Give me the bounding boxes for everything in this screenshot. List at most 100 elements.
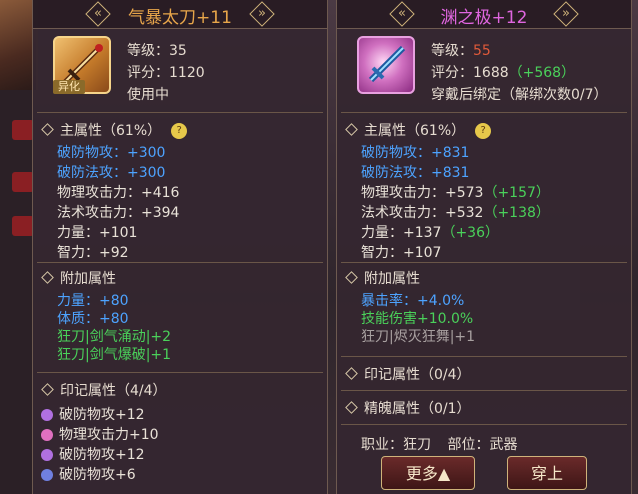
slot-value: 武器 — [489, 437, 518, 453]
extra-stat-line: 狂刀|烬灭狂舞|+1 — [361, 326, 475, 346]
gem-icon — [41, 449, 53, 461]
mark-stat-line: 物理攻击力+10 — [41, 424, 159, 444]
divider — [341, 112, 627, 113]
main-stat-line: 法术攻击力：+532（+138） — [361, 202, 550, 222]
stat-text: 力量：+80 — [57, 293, 129, 309]
job-slot-row: 职业：狂刀 部位：武器 — [361, 434, 517, 454]
divider — [341, 424, 627, 425]
job-value: 狂刀 — [403, 437, 431, 453]
main-stat-line: 力量：+101 — [57, 222, 137, 242]
main-stat-line: 破防法攻：+831 — [361, 162, 469, 182]
side-tab-1[interactable] — [12, 120, 34, 140]
info-coin-icon[interactable]: ? — [475, 123, 492, 139]
mark-stat-line: 破防物攻+12 — [41, 404, 145, 424]
level-label: 等级： — [431, 43, 473, 59]
blade-icon — [357, 36, 415, 94]
info-coin-icon[interactable]: ? — [171, 123, 188, 139]
compare-item-panel: « 渊之极+12 » 等级：55 评分：1688（+568） 穿戴后绑定（解绑次… — [336, 0, 632, 494]
stat-text: 力量：+137 — [361, 225, 442, 241]
main-stat-line: 破防法攻：+300 — [57, 162, 165, 182]
mutation-badge: 异化 — [53, 80, 85, 94]
divider — [341, 390, 627, 391]
score-label: 评分： — [127, 65, 169, 81]
main-stat-line: 物理攻击力：+573（+157） — [361, 182, 550, 202]
stat-text: 狂刀|剑气爆破|+1 — [57, 347, 172, 363]
extra-stat-line: 力量：+80 — [57, 290, 129, 310]
mark-stats-label: 印记属性（4/4） — [60, 383, 167, 399]
gem-icon — [41, 409, 53, 421]
extra-stat-line: 狂刀|剑气涌动|+2 — [57, 326, 171, 346]
side-tab-2[interactable] — [12, 172, 34, 192]
main-stats-title: 主属性（61%）? — [41, 120, 188, 140]
mark-stat-line: 破防物攻+12 — [41, 444, 145, 464]
level-value: 55 — [473, 43, 491, 59]
main-stats-title: 主属性（61%）? — [345, 120, 492, 140]
stat-text: 智力：+107 — [361, 245, 442, 261]
main-stat-line: 法术攻击力：+394 — [57, 202, 179, 222]
extra-stats-title: 附加属性 — [345, 268, 420, 288]
stat-text: 物理攻击力：+416 — [57, 185, 180, 201]
job-label: 职业： — [361, 437, 403, 453]
main-stat-line: 物理攻击力：+416 — [57, 182, 179, 202]
soul-stats-title: 精魄属性（0/1） — [345, 398, 471, 418]
stat-text: 物理攻击力：+573 — [361, 185, 484, 201]
gem-icon — [41, 469, 53, 481]
main-stat-line: 智力：+107 — [361, 242, 441, 262]
stat-delta: （+157） — [483, 185, 550, 201]
divider — [341, 356, 627, 357]
score-label: 评分： — [431, 65, 473, 81]
stat-text: 破防物攻：+300 — [57, 145, 166, 161]
stat-text: 物理攻击力+10 — [59, 427, 159, 443]
stat-delta: （+138） — [483, 205, 550, 221]
equipped-item-panel: « 气暴太刀+11 » 异化 等级：35 评分：1120 使用中 主属性（61%… — [32, 0, 328, 494]
soul-stats-label: 精魄属性（0/1） — [364, 401, 471, 417]
slot-label: 部位： — [447, 437, 490, 453]
extra-stats-label: 附加属性 — [60, 271, 116, 287]
stat-text: 破防法攻：+831 — [361, 165, 470, 181]
level-row: 等级：35 — [127, 40, 187, 60]
mark-stats-title: 印记属性（0/4） — [345, 364, 471, 384]
stat-text: 暴击率：+4.0% — [361, 293, 465, 309]
stat-text: 体质：+80 — [57, 311, 129, 327]
score-row: 评分：1120 — [127, 62, 205, 82]
item-name: 气暴太刀+11 — [128, 8, 232, 28]
item-name: 渊之极+12 — [440, 8, 528, 28]
stat-text: 狂刀|烬灭狂舞|+1 — [361, 329, 476, 345]
equip-button[interactable]: 穿上 — [507, 456, 587, 490]
stat-text: 智力：+92 — [57, 245, 129, 261]
score-row: 评分：1688（+568） — [431, 62, 575, 82]
score-value: 1688 — [473, 65, 509, 81]
stat-text: 法术攻击力：+532 — [361, 205, 484, 221]
main-stat-line: 破防物攻：+831 — [361, 142, 469, 162]
extra-stat-line: 狂刀|剑气爆破|+1 — [57, 344, 171, 364]
item-title-bar: « 渊之极+12 » — [337, 0, 631, 29]
stat-text: 破防物攻+6 — [59, 467, 136, 483]
more-button[interactable]: 更多▲ — [381, 456, 475, 490]
mark-stats-title: 印记属性（4/4） — [41, 380, 167, 400]
stat-text: 技能伤害+10.0% — [361, 311, 474, 327]
main-stat-line: 智力：+92 — [57, 242, 129, 262]
level-value: 35 — [169, 43, 187, 59]
score-value: 1120 — [169, 65, 205, 81]
level-row: 等级：55 — [431, 40, 491, 60]
mark-stats-label: 印记属性（0/4） — [364, 367, 471, 383]
stat-text: 破防物攻+12 — [59, 447, 145, 463]
stat-text: 法术攻击力：+394 — [57, 205, 180, 221]
item-title-bar: « 气暴太刀+11 » — [33, 0, 327, 29]
stat-text: 破防法攻：+300 — [57, 165, 166, 181]
stat-text: 破防物攻：+831 — [361, 145, 470, 161]
side-tab-3[interactable] — [12, 216, 34, 236]
extra-stats-label: 附加属性 — [364, 271, 420, 287]
score-delta: （+568） — [508, 65, 576, 81]
gem-icon — [41, 429, 53, 441]
extra-stat-line: 体质：+80 — [57, 308, 129, 328]
extra-stats-title: 附加属性 — [41, 268, 116, 288]
stat-text: 力量：+101 — [57, 225, 138, 241]
main-stat-line: 力量：+137（+36） — [361, 222, 499, 242]
stat-delta: （+36） — [441, 225, 499, 241]
main-stats-label: 主属性（61%） — [60, 123, 162, 139]
level-label: 等级： — [127, 43, 169, 59]
bind-status-text: 穿戴后绑定（解绑次数0/7） — [431, 87, 608, 103]
status-text: 使用中 — [127, 87, 169, 103]
mark-stat-line: 破防物攻+6 — [41, 464, 136, 484]
